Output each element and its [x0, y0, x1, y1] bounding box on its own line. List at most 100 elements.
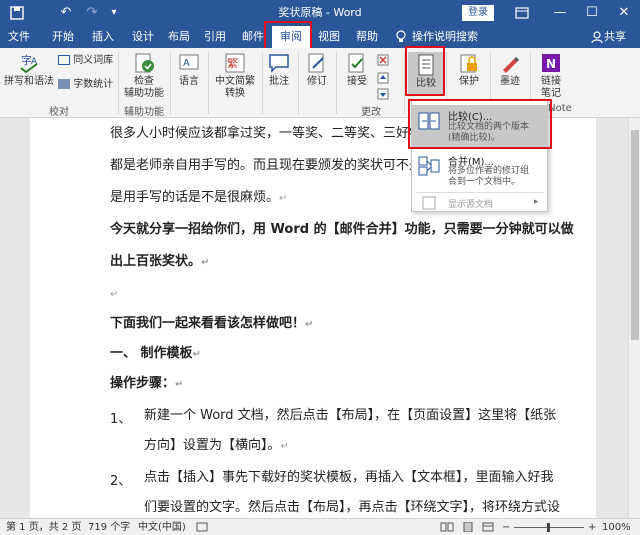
- proofing-group-label: 校对: [49, 107, 69, 118]
- proofing-status-icon[interactable]: [196, 519, 208, 535]
- doc-line: 点击【插入】事先下载好的奖状模板，再插入【文本框】，里面输入好我: [144, 470, 554, 485]
- next-change-icon: [377, 88, 389, 100]
- accessibility-group-label: 辅助功能: [124, 107, 164, 118]
- lock-icon: [460, 54, 477, 73]
- doc-line: 操作步骤：↵: [110, 376, 184, 391]
- doc-line: 们要设置的文字。然后点击【布局】，再点击【环绕文字】，将环绕方式设: [144, 500, 561, 515]
- undo-icon[interactable]: ↶: [58, 0, 74, 26]
- protect-button[interactable]: 保护: [452, 52, 486, 88]
- comments-button[interactable]: 批注: [264, 52, 294, 88]
- language-button[interactable]: A 语言: [174, 52, 204, 88]
- thesaurus-button[interactable]: 同义词库: [58, 54, 113, 68]
- language-icon: A: [179, 54, 199, 70]
- track-changes-button[interactable]: 修订: [302, 52, 332, 88]
- group-divider: [262, 52, 263, 114]
- close-button[interactable]: ✕: [610, 0, 638, 26]
- read-mode-icon[interactable]: [440, 519, 454, 535]
- track-changes-icon: [308, 53, 324, 73]
- tab-references[interactable]: 引用: [198, 26, 232, 48]
- accept-icon: [348, 53, 364, 73]
- reject-icon: [377, 54, 389, 66]
- ribbon-display-options-icon[interactable]: [510, 0, 534, 26]
- doc-line: 出上百张奖状。↵: [110, 254, 210, 269]
- share-icon: [590, 26, 604, 48]
- doc-line: 是用手写的话是不是很麻烦。↵: [110, 190, 288, 205]
- combine-icon: [418, 156, 440, 176]
- tab-review[interactable]: 审阅: [272, 26, 310, 48]
- doc-line: 方向】设置为【横向】。↵: [144, 438, 289, 453]
- login-button[interactable]: 登录: [462, 5, 494, 21]
- save-icon[interactable]: [8, 0, 26, 26]
- tab-home[interactable]: 开始: [46, 26, 80, 48]
- previous-change-icon: [377, 72, 389, 84]
- print-layout-icon[interactable]: [462, 519, 474, 535]
- accessibility-icon: [135, 53, 154, 73]
- group-divider: [208, 52, 209, 114]
- list-number: 2、: [110, 474, 132, 489]
- maximize-button[interactable]: ☐: [578, 0, 606, 26]
- menu-item-combine[interactable]: 合并(M)... 将多位作者的修订组 合到一个文档中。: [412, 151, 547, 191]
- svg-text:N: N: [546, 57, 556, 71]
- zoom-level[interactable]: 100%: [602, 519, 631, 535]
- tab-design[interactable]: 设计: [126, 26, 160, 48]
- doc-line: 一、 制作模板↵: [110, 346, 201, 361]
- comment-icon: [269, 54, 289, 73]
- reject-button[interactable]: [376, 54, 390, 70]
- doc-line: 很多人小时候应该都拿过奖，一等奖、二等奖、三好学生奖: [110, 126, 449, 141]
- show-source-icon: [422, 196, 436, 210]
- zoom-out-button[interactable]: −: [502, 519, 510, 535]
- compare-versions-icon: [418, 112, 440, 130]
- doc-line: 新建一个 Word 文档，然后点击【布局】，在【页面设置】这里将【纸张: [144, 408, 557, 423]
- linked-notes-button[interactable]: N 链接 笔记: [534, 52, 568, 100]
- doc-line: 下面我们一起来看看该怎样做吧！↵: [110, 316, 314, 331]
- customize-qat-icon[interactable]: ▾: [108, 0, 120, 26]
- title-bar: 奖状原稿 - Word ↶ ↷ ▾ 登录 — ☐ ✕: [0, 0, 640, 26]
- compare-dropdown-menu: 比较(C)... 比较文档的两个版本 (精确比较)。 合并(M)... 将多位作…: [411, 100, 548, 212]
- submenu-arrow-icon: ▸: [534, 197, 539, 207]
- tab-mailings[interactable]: 邮件: [236, 26, 270, 48]
- compare-icon: [418, 54, 434, 76]
- language-status[interactable]: 中文(中国): [138, 519, 186, 535]
- group-divider: [404, 52, 405, 114]
- list-number: 1、: [110, 412, 132, 427]
- accept-button[interactable]: 接受: [342, 52, 372, 88]
- menu-item-compare[interactable]: 比较(C)... 比较文档的两个版本 (精确比较)。: [412, 105, 547, 149]
- scrollbar-thumb[interactable]: [631, 130, 639, 340]
- minimize-button[interactable]: —: [546, 0, 574, 26]
- menu-item-show-source[interactable]: 显示源文档 ▸: [412, 195, 547, 211]
- word-count-button[interactable]: 字数统计: [58, 78, 113, 92]
- svg-text:繁: 繁: [227, 56, 238, 70]
- previous-change-button[interactable]: [376, 72, 390, 88]
- doc-line: 都是老师亲自用手写的。而且现在要颁发的奖状可不是一两: [110, 158, 449, 173]
- doc-line: 今天就分享一招给你们，用 Word 的【邮件合并】功能，只需要一分钟就可以做: [110, 222, 574, 237]
- share-button[interactable]: 共享: [604, 26, 634, 48]
- word-count-icon: [58, 79, 70, 89]
- compare-button[interactable]: 比较: [408, 52, 444, 96]
- ink-button[interactable]: 墨迹: [494, 52, 526, 88]
- doc-line: ↵: [110, 289, 119, 300]
- web-layout-icon[interactable]: [482, 519, 494, 535]
- tell-me-search[interactable]: 操作说明搜索: [412, 26, 492, 48]
- tab-file[interactable]: 文件: [2, 26, 36, 48]
- tab-help[interactable]: 帮助: [350, 26, 384, 48]
- group-divider: [170, 52, 171, 114]
- lightbulb-icon: [394, 26, 408, 48]
- chinese-conversion-button[interactable]: 繁 中文简繁 转换: [210, 52, 260, 100]
- redo-icon[interactable]: ↷: [84, 0, 100, 26]
- onenote-group-label: Note: [548, 103, 572, 114]
- changes-group-label: 更改: [361, 107, 381, 118]
- zoom-in-button[interactable]: +: [588, 519, 596, 535]
- next-change-button[interactable]: [376, 88, 390, 104]
- word-count[interactable]: 719 个字: [88, 519, 130, 535]
- tab-layout[interactable]: 布局: [162, 26, 196, 48]
- spelling-grammar-button[interactable]: 字A 拼写和语法: [4, 52, 54, 88]
- page-count[interactable]: 第 1 页，共 2 页: [6, 519, 81, 535]
- ink-pen-icon: [503, 57, 519, 73]
- tab-insert[interactable]: 插入: [86, 26, 120, 48]
- tab-view[interactable]: 视图: [312, 26, 346, 48]
- check-accessibility-button[interactable]: 检查 辅助功能: [122, 52, 166, 100]
- vertical-scrollbar[interactable]: [628, 118, 640, 518]
- menu-divider: [416, 192, 544, 193]
- group-divider: [298, 52, 299, 114]
- onenote-icon: N: [542, 54, 560, 72]
